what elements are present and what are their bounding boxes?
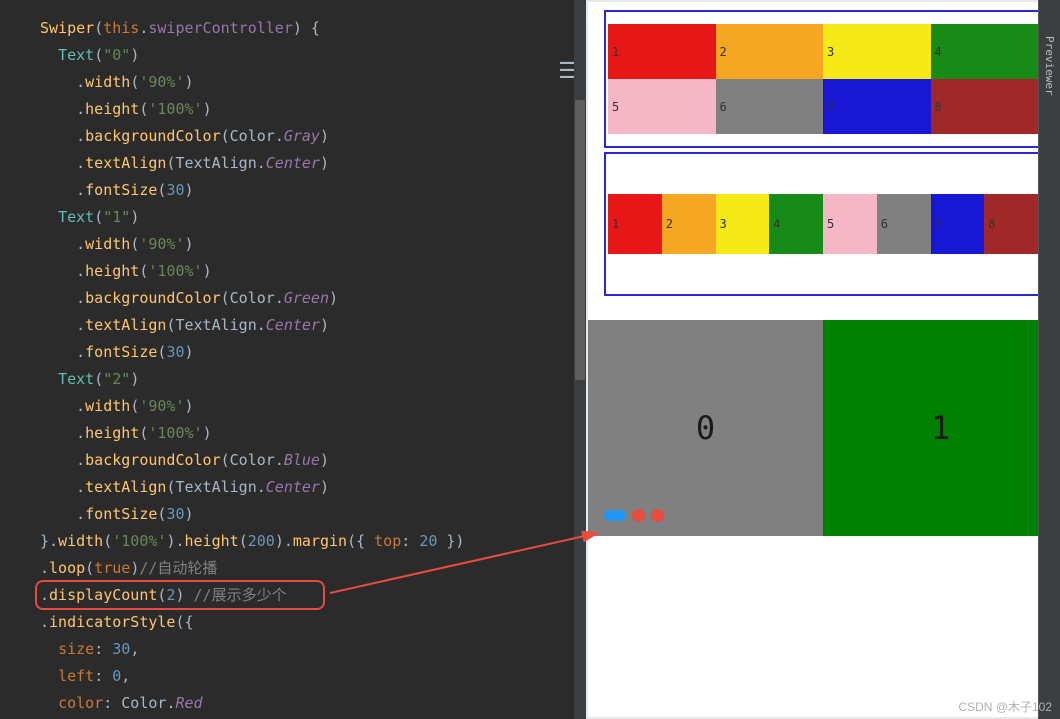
grid-8col: 12345678	[608, 194, 1038, 254]
code-line: color: Color.Red	[40, 690, 586, 717]
grid-cell: 8	[984, 194, 1038, 254]
code-line: .textAlign(TextAlign.Center)	[40, 474, 586, 501]
swiper-page-1: 1	[823, 320, 1058, 536]
grid-cell: 6	[716, 79, 824, 134]
grid-cell: 4	[931, 24, 1039, 79]
grid-cell: 1	[608, 24, 716, 79]
grid-8col-container: 12345678	[604, 152, 1042, 296]
grid-cell: 3	[823, 24, 931, 79]
code-line: Text("0")	[40, 42, 586, 69]
code-line: .indicatorStyle({	[40, 609, 586, 636]
code-line: .height('100%')	[40, 258, 586, 285]
indicator-dot-active[interactable]	[604, 510, 626, 521]
grid-cell: 3	[716, 194, 770, 254]
swiper-preview[interactable]: 0 1	[588, 320, 1058, 536]
code-line: .backgroundColor(Color.Green)	[40, 285, 586, 312]
code-line: .loop(true)//自动轮播	[40, 555, 586, 582]
swiper-indicator[interactable]	[604, 509, 664, 522]
grid-cell: 8	[931, 79, 1039, 134]
grid-cell: 1	[608, 194, 662, 254]
code-line: .backgroundColor(Color.Gray)	[40, 123, 586, 150]
code-line: .height('100%')	[40, 420, 586, 447]
code-line: .width('90%')	[40, 231, 586, 258]
preview-panel: 12345678 12345678 0 1	[586, 0, 1060, 719]
code-line: .backgroundColor(Color.Blue)	[40, 447, 586, 474]
previewer-side-tab[interactable]: Previewer	[1038, 0, 1060, 719]
grid-cell: 5	[608, 79, 716, 134]
grid-cell: 5	[823, 194, 877, 254]
preview-content: 12345678 12345678 0 1	[588, 2, 1058, 717]
code-line: Text("1")	[40, 204, 586, 231]
code-line: .fontSize(30)	[40, 177, 586, 204]
code-line: }.width('100%').height(200).margin({ top…	[40, 528, 586, 555]
code-line: .textAlign(TextAlign.Center)	[40, 150, 586, 177]
swiper-page-0: 0	[588, 320, 823, 536]
watermark-text: CSDN @木子102	[958, 698, 1052, 715]
code-line: .width('90%')	[40, 393, 586, 420]
grid-4col: 1234 5678	[608, 24, 1038, 134]
code-line: .fontSize(30)	[40, 339, 586, 366]
grid-cell: 6	[877, 194, 931, 254]
grid-4col-container: 1234 5678	[604, 10, 1042, 148]
code-line: .fontSize(30)	[40, 501, 586, 528]
indicator-dot[interactable]	[651, 509, 664, 522]
grid-cell: 7	[931, 194, 985, 254]
scrollbar-thumb[interactable]	[575, 100, 585, 380]
scrollbar-track[interactable]	[574, 0, 586, 719]
code-line: .width('90%')	[40, 69, 586, 96]
grid-cell: 4	[769, 194, 823, 254]
code-line: .height('100%')	[40, 96, 586, 123]
grid-cell: 7	[823, 79, 931, 134]
code-editor-panel[interactable]: Swiper(this.swiperController) { Text("0"…	[0, 0, 586, 719]
code-line: .displayCount(2) //展示多少个	[40, 582, 586, 609]
indicator-dot[interactable]	[632, 509, 645, 522]
grid-cell: 2	[662, 194, 716, 254]
code-line: .textAlign(TextAlign.Center)	[40, 312, 586, 339]
previewer-tab-label: Previewer	[1043, 36, 1056, 96]
code-line: Text("2")	[40, 366, 586, 393]
code-line: Swiper(this.swiperController) {	[40, 15, 586, 42]
grid-cell: 2	[716, 24, 824, 79]
code-line: left: 0,	[40, 663, 586, 690]
code-line: size: 30,	[40, 636, 586, 663]
